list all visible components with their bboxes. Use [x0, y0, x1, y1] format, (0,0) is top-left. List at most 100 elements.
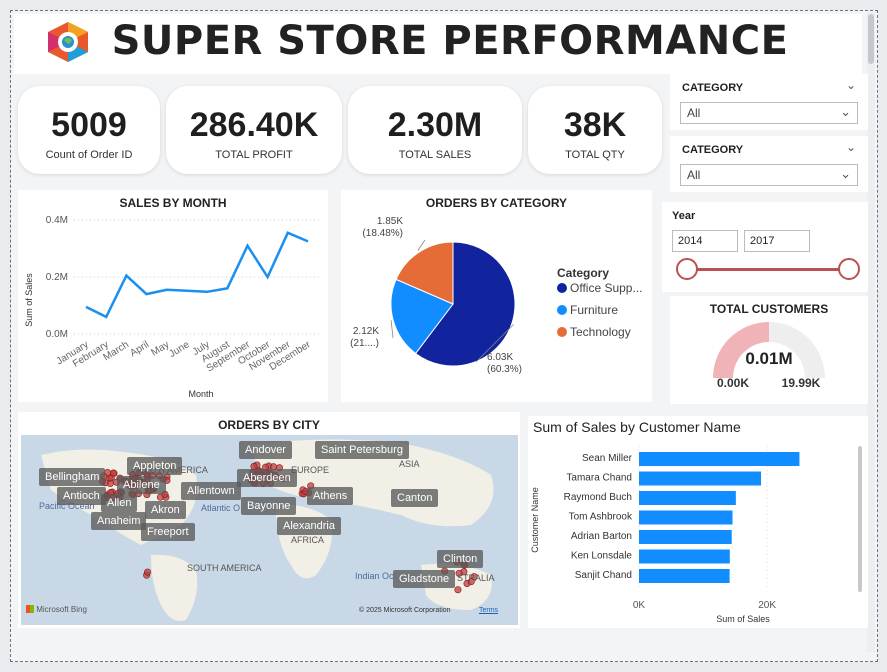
city-label[interactable]: Akron	[145, 501, 186, 519]
year-to-input[interactable]: 2017	[744, 230, 810, 252]
bar-category-label: Adrian Barton	[571, 531, 632, 542]
sales-series-line[interactable]	[85, 231, 309, 319]
map-region-label: AFRICA	[291, 535, 325, 545]
map-ocean-label: Indian Oc	[355, 571, 394, 581]
city-marker[interactable]	[109, 469, 117, 477]
kpi-label: Count of Order ID	[45, 149, 133, 161]
map-ocean-label: Atlantic O	[201, 503, 241, 513]
city-label[interactable]: Saint Petersburg	[315, 441, 409, 459]
kpi-value: 286.40K	[189, 106, 319, 144]
sales-line-chart[interactable]: 0.0M0.2M0.4M JanuaryFebruaryMarchAprilMa…	[18, 190, 328, 402]
slice-pct-label: (21....)	[350, 338, 379, 349]
x-tick-label: April	[128, 339, 151, 359]
legend-marker	[557, 305, 567, 315]
bar[interactable]	[639, 530, 732, 544]
year-from-handle[interactable]	[676, 258, 698, 280]
y-tick-label: 0.2M	[46, 272, 68, 283]
kpi-value: 38K	[563, 106, 627, 144]
bar[interactable]	[639, 452, 800, 466]
kpi-value: 2.30M	[387, 106, 483, 144]
total-customers-card: TOTAL CUSTOMERS 0.01M 0.00K 19.99K	[670, 296, 868, 404]
bar[interactable]	[639, 510, 733, 525]
kpi-total-qty: 38K TOTAL QTY	[528, 86, 662, 174]
category-dropdown[interactable]: All ⌄	[680, 102, 858, 124]
kpi-order-count: 5009 Count of Order ID	[18, 86, 160, 174]
x-tick-label: June	[167, 339, 192, 360]
bar[interactable]	[639, 569, 730, 583]
legend-item[interactable]: Furniture	[570, 303, 618, 317]
category-dropdown[interactable]: All ⌄	[680, 164, 858, 186]
city-label[interactable]: Gladstone	[393, 570, 456, 588]
map-landmass	[41, 439, 494, 621]
orders-by-category-card: ORDERS BY CATEGORY 6.03K (60.3%) 2.12K (21.…	[341, 190, 652, 402]
kpi-value: 5009	[51, 106, 127, 144]
customers-gauge: 0.01M 0.00K 19.99K	[713, 322, 825, 390]
chevron-up-icon[interactable]: ⌄	[846, 78, 856, 92]
chevron-up-icon[interactable]: ⌄	[846, 140, 856, 154]
city-label[interactable]: Antioch	[57, 487, 106, 505]
slicer-header: CATEGORY	[682, 82, 744, 94]
city-label[interactable]: Bayonne	[241, 497, 297, 515]
x-tick-label: May	[149, 339, 171, 358]
chart-scrollbar[interactable]	[858, 446, 862, 592]
city-label[interactable]: Allentown	[181, 482, 241, 500]
category-pie-chart[interactable]: 6.03K(60.3%) 2.12K(21....) 1.85K(18.48%) C…	[341, 190, 652, 402]
x-axis-label: Month	[188, 389, 213, 399]
city-label[interactable]: Canton	[391, 489, 439, 507]
leader-line	[390, 320, 394, 339]
legend-item[interactable]: Office Supp...	[570, 281, 643, 295]
map-region-label: STRALIA	[457, 573, 495, 583]
map-attribution: © 2025 Microsoft Corporation	[359, 607, 451, 614]
x-axis-label: Sum of Sales	[716, 614, 770, 624]
bar[interactable]	[639, 471, 762, 486]
city-label[interactable]: Andover	[239, 441, 292, 459]
bar[interactable]	[639, 491, 736, 505]
city-marker[interactable]	[144, 568, 152, 576]
city-label[interactable]: Alexandria	[277, 517, 341, 535]
kpi-total-sales: 2.30M TOTAL SALES	[348, 86, 522, 174]
slicer-header: CATEGORY	[682, 144, 744, 156]
city-label[interactable]: Allen	[101, 494, 138, 512]
city-label[interactable]: Bellingham	[39, 468, 106, 486]
legend-item[interactable]: Technology	[570, 325, 631, 339]
kpi-label: TOTAL PROFIT	[215, 149, 293, 161]
category-slicer-2[interactable]: CATEGORY ⌄ All ⌄	[670, 136, 868, 192]
page-title: SUPER STORE PERFORMANCE	[111, 18, 789, 64]
city-label[interactable]: Abilene	[117, 476, 166, 494]
map-region-label: ASIA	[399, 459, 420, 469]
dropdown-value: All	[687, 106, 701, 120]
city-label[interactable]: Aberdeen	[237, 469, 297, 487]
vertical-scrollbar[interactable]	[867, 12, 875, 652]
scrollbar-thumb[interactable]	[868, 14, 874, 64]
bing-brand-text: Microsoft Bing	[36, 605, 87, 614]
city-label[interactable]: Clinton	[437, 550, 484, 568]
year-range-track[interactable]	[684, 268, 850, 271]
city-marker[interactable]	[104, 469, 112, 477]
bar-category-label: Ken Lonsdale	[571, 551, 633, 562]
city-label[interactable]: Anaheim	[91, 512, 147, 530]
y-tick-label: 0.4M	[46, 215, 68, 226]
city-label[interactable]: Appleton	[127, 457, 183, 475]
x-tick-label: 0K	[633, 600, 646, 611]
year-slicer[interactable]: Year 2014 2017	[662, 202, 868, 292]
year-from-input[interactable]: 2014	[672, 230, 738, 252]
bar[interactable]	[639, 549, 730, 564]
customer-bar-chart[interactable]: Sean Miller Tamara Chand Raymond Buch Tom A…	[528, 416, 868, 628]
map-terms-link[interactable]: Terms	[479, 607, 498, 614]
city-marker[interactable]	[454, 586, 462, 594]
gauge-min: 0.00K	[717, 376, 749, 390]
city-label[interactable]: Athens	[307, 487, 354, 505]
city-map[interactable]: NORTH AMERICA EUROPE ASIA AFRICA SOUTH A…	[21, 435, 518, 625]
legend-marker	[557, 283, 567, 293]
chevron-down-icon[interactable]: ⌄	[840, 166, 851, 182]
category-slicer[interactable]: CATEGORY ⌄ All ⌄	[670, 74, 868, 130]
city-label[interactable]: Freeport	[141, 523, 195, 541]
chevron-down-icon[interactable]: ⌄	[840, 104, 851, 120]
slice-pct-label: (60.3%)	[487, 364, 522, 375]
kpi-total-profit: 286.40K TOTAL PROFIT	[166, 86, 342, 174]
slice-value-label: 2.12K	[353, 326, 379, 337]
year-to-handle[interactable]	[838, 258, 860, 280]
legend-marker	[557, 327, 567, 337]
bar-category-label: Sanjit Chand	[575, 570, 632, 581]
y-tick-label: 0.0M	[46, 329, 68, 340]
